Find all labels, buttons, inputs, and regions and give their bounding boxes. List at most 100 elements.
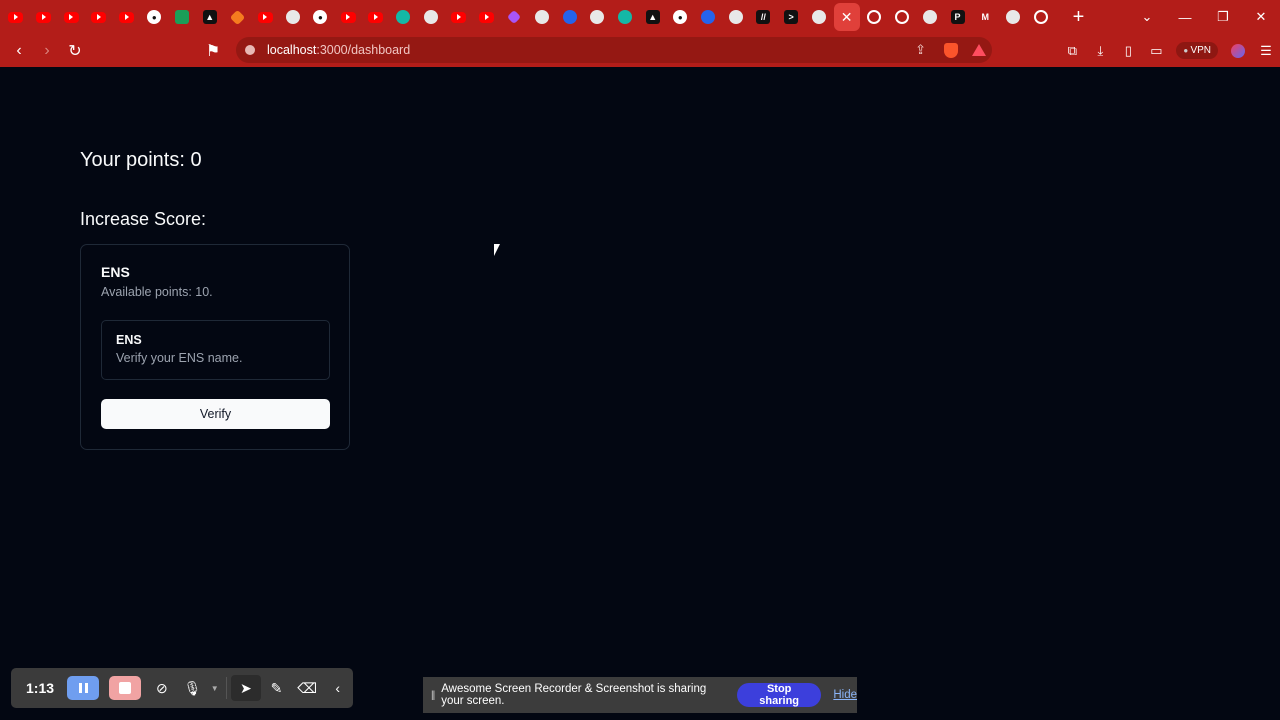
dashboard-page: Your points: 0 Increase Score: ENS Avail… xyxy=(0,67,1280,720)
browser-tab[interactable] xyxy=(528,3,556,31)
circle-app-icon xyxy=(590,10,605,24)
address-bar[interactable]: localhost:3000/dashboard ⇪ xyxy=(236,37,992,63)
purple-star-icon xyxy=(507,9,522,25)
close-icon[interactable]: ✕ xyxy=(840,9,854,25)
teal-app-icon xyxy=(617,10,632,24)
brave-shields-icon[interactable] xyxy=(944,42,958,58)
browser-tab[interactable] xyxy=(417,3,445,31)
restore-icon[interactable]: ❐ xyxy=(1204,9,1242,25)
sidebar-icon[interactable]: ▯ xyxy=(1114,43,1142,59)
browser-tab[interactable] xyxy=(611,3,639,31)
circle-app-icon xyxy=(534,10,549,24)
browser-tab[interactable]: > xyxy=(777,3,805,31)
youtube-icon xyxy=(119,11,135,23)
browser-tab[interactable] xyxy=(113,3,141,31)
browser-tab[interactable] xyxy=(888,3,916,31)
browser-tab[interactable] xyxy=(30,3,58,31)
browser-tab[interactable] xyxy=(224,3,252,31)
stop-recording-button[interactable] xyxy=(109,676,141,700)
bookmark-icon[interactable]: ⚑ xyxy=(199,41,227,61)
back-icon[interactable]: ‹ xyxy=(5,42,33,60)
window-close-icon[interactable]: ✕ xyxy=(1242,9,1280,25)
minimize-icon[interactable]: — xyxy=(1166,10,1204,25)
terminal-icon xyxy=(285,10,300,24)
microphone-icon[interactable]: 🎙 xyxy=(177,680,208,697)
pen-tool-icon[interactable]: ✎ xyxy=(261,680,292,697)
increase-score-heading: Increase Score: xyxy=(80,209,207,229)
browser-tab[interactable]: P xyxy=(944,3,972,31)
eraser-tool-icon[interactable]: ⌫ xyxy=(292,680,323,697)
verify-button[interactable]: Verify xyxy=(101,399,330,429)
menu-icon[interactable]: ☰ xyxy=(1252,43,1280,59)
leo-ai-icon[interactable] xyxy=(1231,43,1245,58)
mic-dropdown-icon[interactable]: ▼ xyxy=(208,684,222,693)
share-icon[interactable]: ⇪ xyxy=(915,42,926,58)
browser-tab[interactable] xyxy=(334,3,362,31)
camera-off-icon[interactable]: ⊘ xyxy=(147,680,178,697)
collapse-chevron-icon[interactable]: ‹ xyxy=(322,680,353,696)
tab-strip: ▲ ▲ // > ✕ P M + ⌄ — ❐ ✕ xyxy=(0,0,1280,34)
youtube-icon xyxy=(91,11,107,23)
forward-icon[interactable]: › xyxy=(33,42,61,60)
stop-sharing-button[interactable]: Stop sharing xyxy=(736,683,822,707)
github-icon xyxy=(313,10,328,24)
browser-tab[interactable] xyxy=(722,3,750,31)
wallet-icon[interactable]: ▭ xyxy=(1142,43,1170,59)
browser-tab[interactable] xyxy=(1027,3,1055,31)
ring-icon xyxy=(1033,10,1048,24)
browser-tab[interactable]: ✕ xyxy=(833,3,860,31)
browser-tab[interactable]: M xyxy=(971,3,999,31)
url-path: :3000/dashboard xyxy=(316,43,411,57)
browser-tab[interactable] xyxy=(583,3,611,31)
extensions-icon[interactable]: ⧉ xyxy=(1058,43,1086,59)
blue-app-icon xyxy=(562,10,577,24)
browser-tab[interactable] xyxy=(168,3,196,31)
browser-tab[interactable] xyxy=(916,3,944,31)
toolbar-actions: ⧉ ⤓ ▯ ▭ VPN ☰ xyxy=(1058,34,1280,67)
recorder-toolbar: 1:13 ⊘ 🎙 ▼ ➤ ✎ ⌫ ‹ xyxy=(11,668,353,708)
browser-tab[interactable]: ▲ xyxy=(196,3,224,31)
url-text[interactable]: localhost:3000/dashboard xyxy=(267,43,410,57)
github-icon xyxy=(147,10,162,24)
brave-rewards-icon[interactable] xyxy=(972,44,986,56)
browser-tab[interactable] xyxy=(251,3,279,31)
reload-icon[interactable]: ↻ xyxy=(61,41,89,61)
gmail-icon: M xyxy=(981,12,989,22)
browser-tab[interactable] xyxy=(500,3,528,31)
browser-tab[interactable] xyxy=(861,3,889,31)
arrow-app-icon xyxy=(396,10,411,24)
browser-tab[interactable] xyxy=(805,3,833,31)
tab-search-chevron-icon[interactable]: ⌄ xyxy=(1128,9,1166,25)
browser-tab[interactable] xyxy=(307,3,335,31)
url-host: localhost xyxy=(267,43,317,57)
browser-tab[interactable] xyxy=(556,3,584,31)
pointer-tool-icon[interactable]: ➤ xyxy=(230,675,262,701)
browser-tab[interactable] xyxy=(279,3,307,31)
youtube-icon xyxy=(257,11,273,23)
browser-tab[interactable] xyxy=(445,3,473,31)
browser-tab[interactable] xyxy=(57,3,85,31)
browser-tab[interactable]: // xyxy=(750,3,778,31)
hide-link[interactable]: Hide xyxy=(833,689,857,701)
youtube-icon xyxy=(368,11,384,23)
recording-timer: 1:13 xyxy=(26,680,55,696)
drag-handle-icon[interactable]: || xyxy=(431,690,435,701)
new-tab-button[interactable]: + xyxy=(1064,6,1092,29)
browser-tab[interactable] xyxy=(2,3,30,31)
browser-tab[interactable] xyxy=(390,3,418,31)
browser-tab[interactable] xyxy=(140,3,168,31)
prompt-icon: > xyxy=(784,10,799,24)
browser-tab[interactable] xyxy=(473,3,501,31)
browser-tab[interactable] xyxy=(694,3,722,31)
pause-recording-button[interactable] xyxy=(67,676,100,700)
download-icon[interactable]: ⤓ xyxy=(1086,43,1114,59)
ring-icon xyxy=(867,10,882,24)
browser-tab[interactable] xyxy=(667,3,695,31)
site-info-icon[interactable] xyxy=(245,45,255,55)
browser-tab[interactable] xyxy=(362,3,390,31)
youtube-icon xyxy=(479,11,495,23)
browser-tab[interactable] xyxy=(999,3,1027,31)
vpn-button[interactable]: VPN xyxy=(1176,42,1218,59)
browser-tab[interactable] xyxy=(85,3,113,31)
browser-tab[interactable]: ▲ xyxy=(639,3,667,31)
